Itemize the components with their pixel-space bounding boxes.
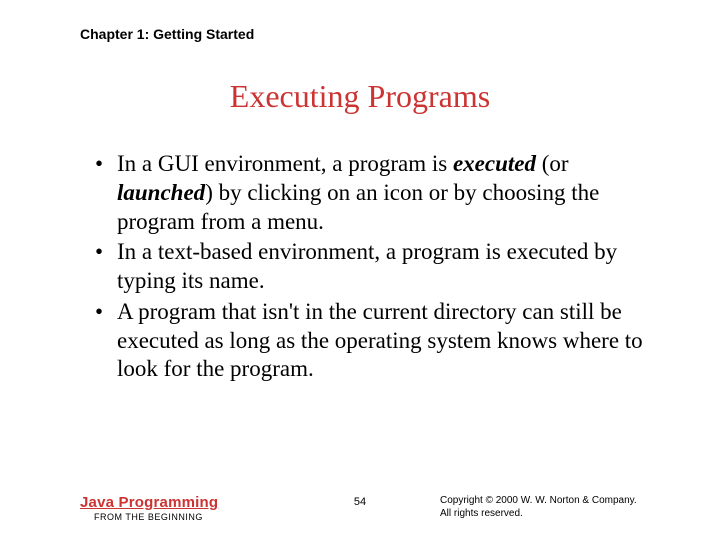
chapter-label: Chapter 1: Getting Started (80, 26, 254, 42)
copyright-line: All rights reserved. (440, 507, 670, 520)
list-item: In a text-based environment, a program i… (95, 238, 650, 296)
copyright: Copyright © 2000 W. W. Norton & Company.… (440, 494, 670, 520)
bullet-text: In a text-based environment, a program i… (117, 239, 617, 293)
slide-title: Executing Programs (0, 78, 720, 115)
bullet-list: In a GUI environment, a program is execu… (95, 150, 650, 386)
bullet-em: executed (453, 151, 536, 176)
bullet-text: A program that isn't in the current dire… (117, 299, 643, 382)
list-item: In a GUI environment, a program is execu… (95, 150, 650, 236)
bullet-text: (or (536, 151, 569, 176)
copyright-line: Copyright © 2000 W. W. Norton & Company. (440, 494, 670, 507)
list-item: A program that isn't in the current dire… (95, 298, 650, 384)
bullet-text: In a GUI environment, a program is (117, 151, 453, 176)
bullet-em: launched (117, 180, 205, 205)
